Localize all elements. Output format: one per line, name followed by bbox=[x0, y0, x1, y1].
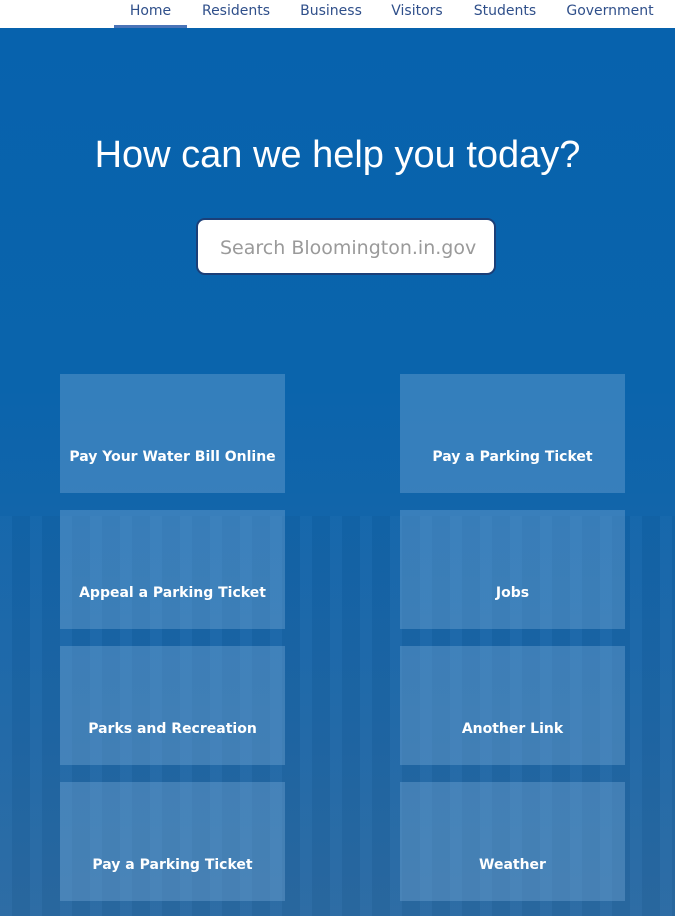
tile-link[interactable]: Pay a Parking Ticket bbox=[60, 782, 285, 901]
tile-link[interactable]: Pay Your Water Bill Online bbox=[60, 374, 285, 493]
top-navigation: Home Residents Business Visitors Student… bbox=[0, 0, 675, 28]
search-input[interactable] bbox=[218, 220, 492, 275]
search-box bbox=[196, 218, 496, 275]
nav-government[interactable]: Government bbox=[560, 0, 660, 28]
tile-link[interactable]: Appeal a Parking Ticket bbox=[60, 510, 285, 629]
tile-link[interactable]: Parks and Recreation bbox=[60, 646, 285, 765]
nav-home[interactable]: Home bbox=[114, 0, 187, 28]
tile-link[interactable]: Jobs bbox=[400, 510, 625, 629]
nav-students[interactable]: Students bbox=[469, 0, 541, 28]
tile-link[interactable]: Weather bbox=[400, 782, 625, 901]
nav-business[interactable]: Business bbox=[296, 0, 366, 28]
page-title: How can we help you today? bbox=[94, 134, 581, 176]
tile-link[interactable]: Another Link bbox=[400, 646, 625, 765]
nav-residents[interactable]: Residents bbox=[196, 0, 276, 28]
tile-link[interactable]: Pay a Parking Ticket bbox=[400, 374, 625, 493]
nav-visitors[interactable]: Visitors bbox=[384, 0, 450, 28]
